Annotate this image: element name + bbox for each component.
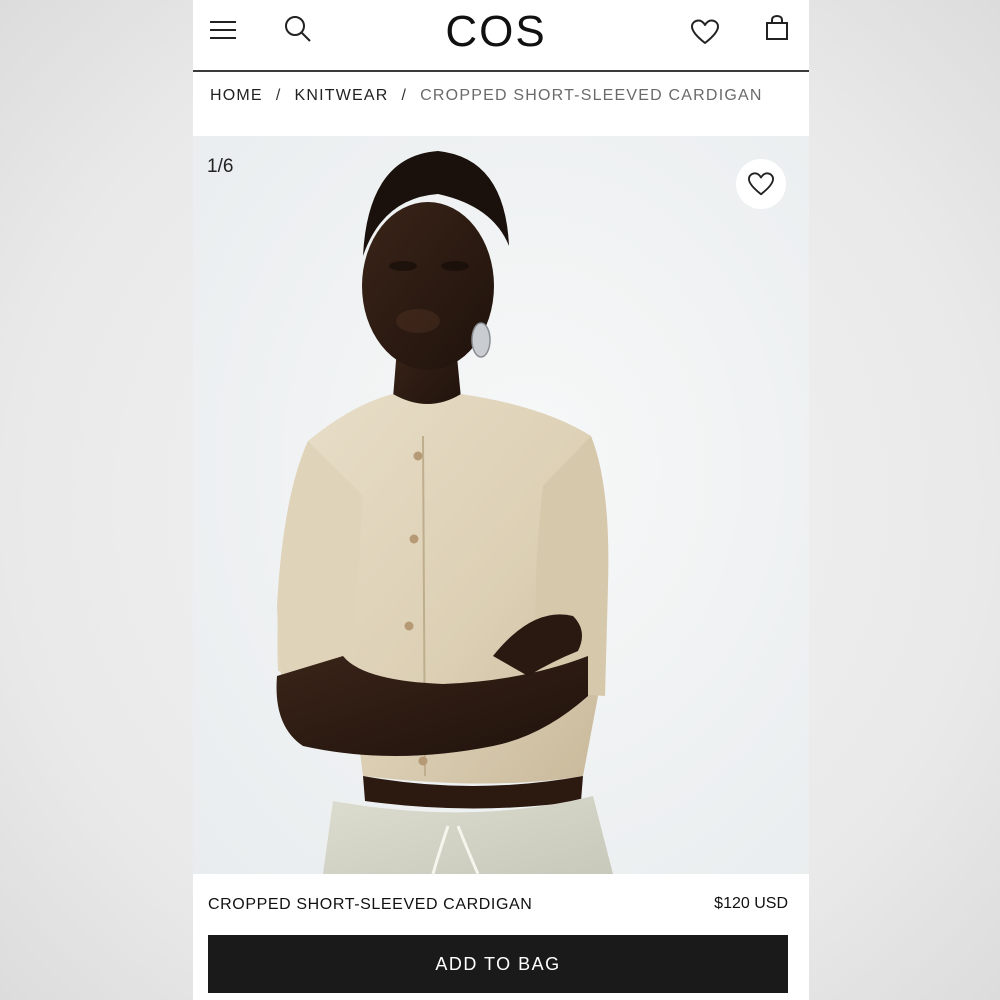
hamburger-icon bbox=[210, 21, 236, 39]
product-photo bbox=[193, 136, 809, 874]
search-button[interactable] bbox=[280, 11, 316, 47]
breadcrumb-separator: / bbox=[401, 87, 408, 104]
breadcrumb-current: CROPPED SHORT-SLEEVED CARDIGAN bbox=[420, 87, 763, 104]
breadcrumb-separator: / bbox=[275, 87, 282, 104]
product-image-gallery[interactable]: 1/6 bbox=[193, 136, 809, 874]
site-header: COS bbox=[193, 0, 809, 72]
add-to-bag-button[interactable]: ADD TO BAG bbox=[208, 935, 788, 993]
menu-button[interactable] bbox=[205, 12, 241, 48]
heart-icon bbox=[748, 172, 774, 196]
breadcrumb-home[interactable]: HOME bbox=[210, 87, 263, 105]
favorite-button[interactable] bbox=[736, 159, 786, 209]
wishlist-button[interactable] bbox=[687, 14, 723, 50]
header-divider bbox=[193, 70, 809, 72]
product-name: CROPPED SHORT-SLEEVED CARDIGAN bbox=[208, 896, 533, 913]
heart-icon bbox=[691, 19, 719, 44]
breadcrumb-knitwear[interactable]: KNITWEAR bbox=[294, 87, 388, 105]
product-info: CROPPED SHORT-SLEEVED CARDIGAN $120 USD … bbox=[193, 874, 809, 1000]
product-page: COS HOME / KNITWEAR / CROPPED SHORT-SLEE… bbox=[193, 0, 809, 1000]
search-icon bbox=[285, 16, 311, 42]
bag-icon bbox=[766, 14, 788, 40]
breadcrumb: HOME / KNITWEAR / CROPPED SHORT-SLEEVED … bbox=[210, 84, 763, 108]
bag-button[interactable] bbox=[759, 10, 795, 46]
brand-logo[interactable]: COS bbox=[441, 4, 551, 60]
image-counter: 1/6 bbox=[207, 156, 234, 177]
product-price: $120 USD bbox=[714, 895, 788, 912]
